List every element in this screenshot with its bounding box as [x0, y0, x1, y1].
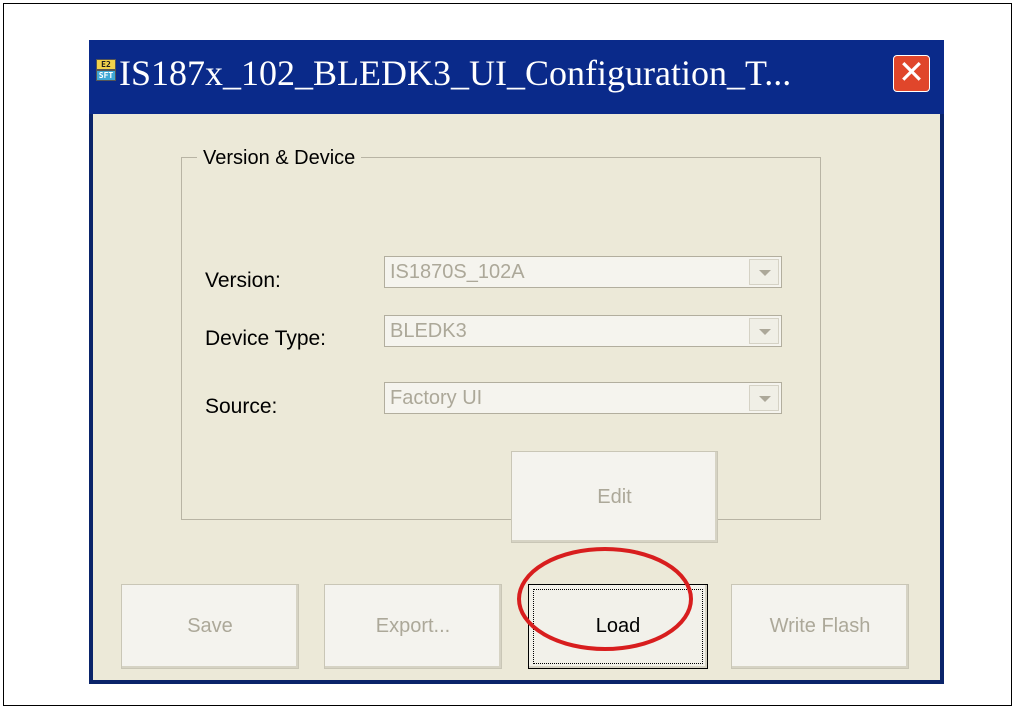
edit-button-label: Edit: [597, 485, 632, 508]
write-flash-button-label: Write Flash: [769, 615, 871, 637]
source-combobox[interactable]: Factory UI: [384, 382, 782, 414]
write-flash-button[interactable]: Write Flash: [731, 584, 909, 669]
save-button-label: Save: [187, 615, 233, 637]
title-bar[interactable]: E2 SFT IS187x_102_BLEDK3_UI_Configuratio…: [89, 40, 944, 114]
chevron-down-icon[interactable]: [749, 318, 779, 344]
dialog-window: E2 SFT IS187x_102_BLEDK3_UI_Configuratio…: [89, 40, 944, 684]
app-icon-top-text: E2: [96, 59, 116, 70]
chevron-down-icon[interactable]: [749, 259, 779, 285]
version-value: IS1870S_102A: [390, 261, 525, 283]
edit-button[interactable]: Edit: [511, 451, 718, 543]
app-icon-bottom-text: SFT: [96, 70, 116, 81]
close-button[interactable]: ✕: [893, 55, 930, 92]
source-label: Source:: [205, 395, 278, 418]
load-focus-rect: [533, 589, 703, 664]
version-combobox[interactable]: IS1870S_102A: [384, 256, 782, 288]
device-type-value: BLEDK3: [390, 320, 467, 342]
close-icon: ✕: [898, 54, 925, 90]
groupbox-label: Version & Device: [197, 147, 362, 169]
dialog-client-area: Version & Device Version: IS1870S_102A D…: [93, 114, 940, 680]
device-type-label: Device Type:: [205, 327, 327, 350]
export-button[interactable]: Export...: [324, 584, 502, 669]
version-label: Version:: [205, 269, 281, 292]
export-button-label: Export...: [375, 615, 451, 637]
load-button[interactable]: Load: [528, 584, 708, 669]
window-title: IS187x_102_BLEDK3_UI_Configuration_T...: [119, 53, 792, 93]
app-icon: E2 SFT: [96, 59, 116, 81]
chevron-down-icon[interactable]: [749, 385, 779, 411]
save-button[interactable]: Save: [121, 584, 299, 669]
device-type-combobox[interactable]: BLEDK3: [384, 315, 782, 347]
source-value: Factory UI: [390, 387, 483, 409]
